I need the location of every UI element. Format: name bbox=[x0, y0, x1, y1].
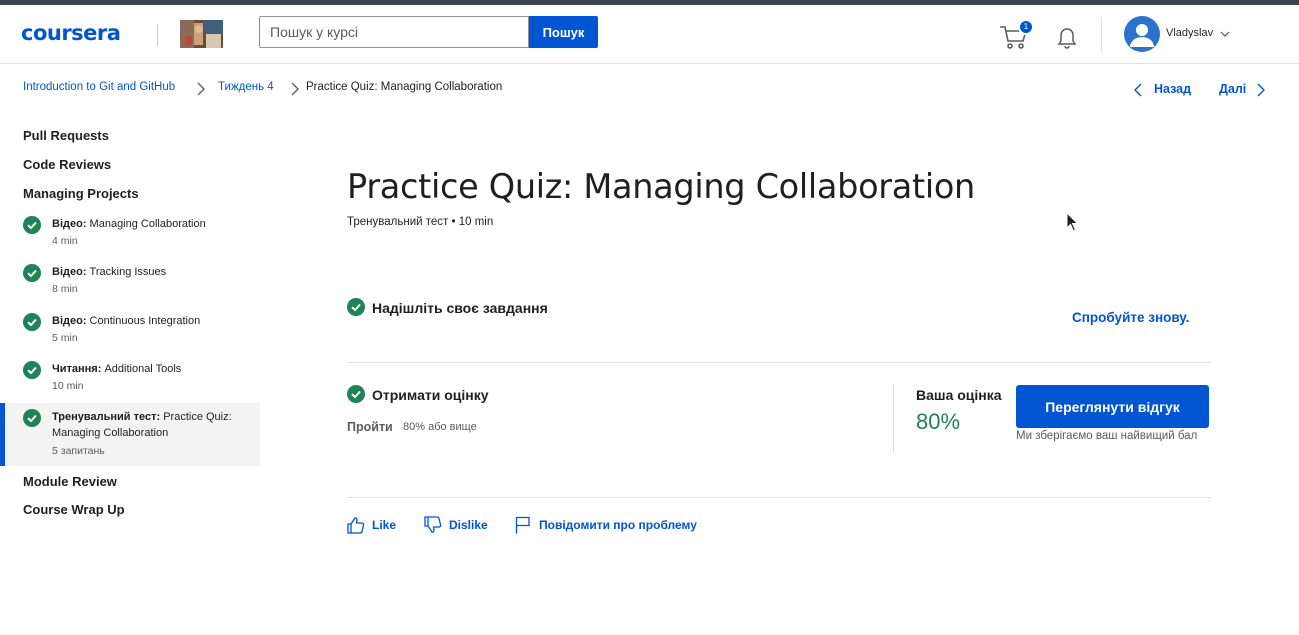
sidebar-item-practice-quiz[interactable]: Тренувальний тест: Practice Quiz: Managi… bbox=[0, 403, 260, 466]
sidebar-section-code-reviews[interactable]: Code Reviews bbox=[23, 157, 111, 172]
check-circle-icon bbox=[347, 298, 365, 316]
grade-divider bbox=[893, 384, 894, 454]
divider bbox=[347, 497, 1211, 498]
sidebar-item-duration: 5 min bbox=[52, 332, 78, 344]
search-button[interactable]: Пошук bbox=[529, 16, 598, 48]
sidebar-item-question-count: 5 запитань bbox=[52, 445, 105, 457]
check-circle-icon bbox=[347, 385, 365, 403]
dislike-button[interactable]: Dislike bbox=[424, 516, 489, 534]
page-title: Practice Quiz: Managing Collaboration bbox=[347, 167, 975, 206]
your-grade-label: Ваша оцінка bbox=[916, 387, 1002, 403]
sidebar-section-pull-requests[interactable]: Pull Requests bbox=[23, 128, 109, 143]
header-divider-right bbox=[1101, 17, 1102, 53]
thumbs-down-icon bbox=[424, 516, 442, 533]
sidebar-item-additional-tools[interactable]: Читання: Additional Tools 10 min bbox=[0, 358, 260, 402]
chevron-right-icon[interactable] bbox=[1257, 83, 1265, 97]
sidebar-item-continuous-integration[interactable]: Відео: Continuous Integration 5 min bbox=[0, 310, 260, 354]
chevron-left-icon[interactable] bbox=[1134, 83, 1142, 97]
sidebar-item-duration: 10 min bbox=[52, 380, 84, 392]
submit-step-title: Надішліть своє завдання bbox=[372, 300, 548, 316]
next-button[interactable]: Далі bbox=[1219, 82, 1246, 96]
sidebar-item-label: Відео: Continuous Integration bbox=[52, 315, 201, 327]
sidebar-item-label: Тренувальний тест: Practice Quiz: Managi… bbox=[52, 411, 232, 439]
check-circle-icon bbox=[23, 313, 41, 331]
highest-score-note: Ми зберігаємо ваш найвищий бал bbox=[1016, 430, 1198, 442]
dislike-label: Dislike bbox=[449, 518, 488, 532]
like-label: Like bbox=[372, 518, 397, 532]
report-problem-label: Повідомити про проблему bbox=[539, 518, 697, 532]
chevron-right-icon bbox=[197, 82, 205, 96]
chevron-down-icon[interactable] bbox=[1220, 30, 1230, 38]
sidebar-section-course-wrap-up[interactable]: Course Wrap Up bbox=[23, 502, 125, 517]
header-divider bbox=[157, 24, 158, 46]
avatar-icon[interactable] bbox=[1124, 16, 1160, 52]
bell-icon[interactable] bbox=[1055, 25, 1079, 51]
check-circle-icon bbox=[23, 409, 41, 427]
mouse-cursor-icon bbox=[1066, 212, 1079, 232]
like-button[interactable]: Like bbox=[347, 516, 397, 534]
retry-link[interactable]: Спробуйте знову. bbox=[1072, 310, 1189, 325]
report-problem-button[interactable]: Повідомити про проблему bbox=[515, 516, 705, 534]
breadcrumb-current: Practice Quiz: Managing Collaboration bbox=[306, 81, 503, 93]
sidebar-item-duration: 8 min bbox=[52, 283, 78, 295]
course-thumbnail[interactable] bbox=[180, 20, 223, 48]
pass-label: Пройти bbox=[347, 420, 393, 434]
sidebar-item-label: Читання: Additional Tools bbox=[52, 363, 182, 375]
sidebar-section-module-review[interactable]: Module Review bbox=[23, 474, 117, 489]
page-subtitle: Тренувальний тест • 10 min bbox=[347, 216, 494, 228]
cart-count-badge: 1 bbox=[1018, 19, 1034, 35]
flag-icon bbox=[515, 516, 530, 534]
coursera-logo[interactable]: coursera bbox=[21, 21, 121, 45]
your-grade-value: 80% bbox=[916, 409, 961, 434]
breadcrumb-course-link[interactable]: Introduction to Git and GitHub bbox=[23, 81, 175, 93]
sidebar-item-managing-collaboration[interactable]: Відео: Managing Collaboration 4 min bbox=[0, 213, 260, 257]
thumbs-up-icon bbox=[347, 517, 365, 534]
course-search-input[interactable] bbox=[259, 16, 529, 48]
breadcrumb-week-link[interactable]: Тиждень 4 bbox=[218, 81, 274, 93]
top-header: coursera Пошук 1 Vlad bbox=[0, 5, 1299, 64]
view-feedback-button[interactable]: Переглянути відгук bbox=[1016, 385, 1209, 428]
sidebar-section-managing-projects[interactable]: Managing Projects bbox=[23, 186, 139, 201]
chevron-right-icon bbox=[291, 82, 299, 96]
check-circle-icon bbox=[23, 264, 41, 282]
sidebar-item-label: Відео: Tracking Issues bbox=[52, 266, 167, 278]
prev-button[interactable]: Назад bbox=[1154, 82, 1191, 96]
check-circle-icon bbox=[23, 216, 41, 234]
grade-step-title: Отримати оцінку bbox=[372, 387, 489, 403]
sidebar-item-label: Відео: Managing Collaboration bbox=[52, 218, 206, 230]
check-circle-icon bbox=[23, 361, 41, 379]
user-name[interactable]: Vladyslav bbox=[1166, 27, 1213, 39]
sidebar-item-duration: 4 min bbox=[52, 235, 78, 247]
sidebar-item-tracking-issues[interactable]: Відео: Tracking Issues 8 min bbox=[0, 261, 260, 305]
pass-threshold: 80% або вище bbox=[403, 421, 477, 433]
divider bbox=[347, 362, 1211, 363]
